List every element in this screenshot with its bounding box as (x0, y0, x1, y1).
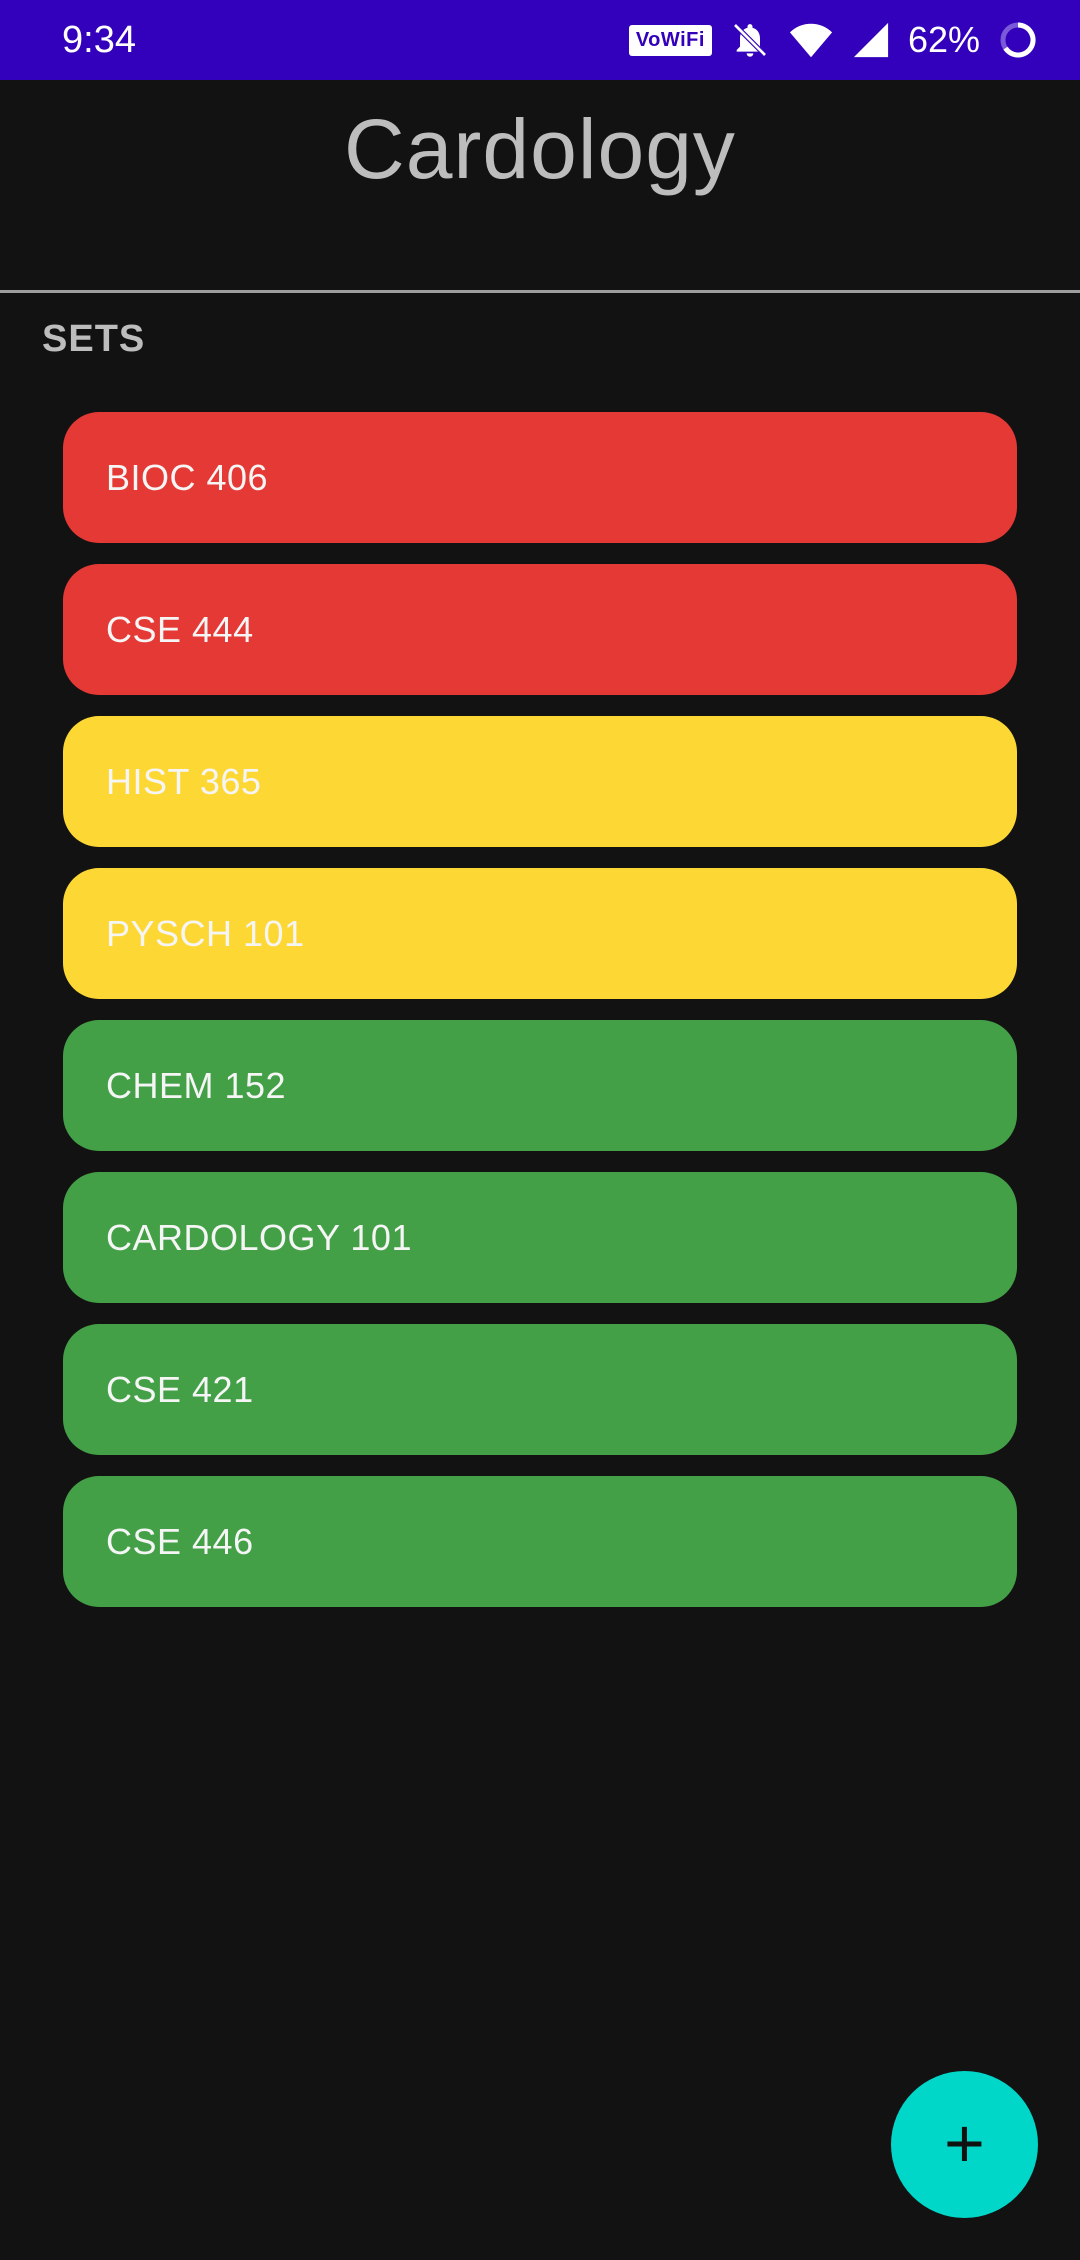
set-item-chem-152[interactable]: CHEM 152 (63, 1020, 1017, 1151)
set-item-bioc-406[interactable]: BIOC 406 (63, 412, 1017, 543)
battery-percent: 62% (907, 19, 980, 60)
set-item-label: CSE 421 (106, 1368, 254, 1410)
status-bar: 9:34 VoWiFi 62% (0, 0, 1080, 80)
set-item-cse-421[interactable]: CSE 421 (63, 1324, 1017, 1455)
set-item-label: CARDOLOGY 101 (106, 1216, 412, 1258)
plus-icon: + (944, 2103, 985, 2182)
status-time: 9:34 (62, 18, 136, 61)
status-icons: VoWiFi 62% (628, 19, 1038, 61)
set-item-label: BIOC 406 (106, 456, 269, 498)
add-set-button[interactable]: + (891, 2071, 1038, 2218)
page-title: Cardology (344, 102, 736, 197)
wifi-icon (788, 20, 834, 60)
sets-section-label: SETS (42, 318, 146, 360)
set-item-label: PYSCH 101 (106, 912, 305, 954)
vowifi-icon: VoWiFi (628, 24, 712, 56)
set-item-label: CHEM 152 (106, 1064, 287, 1106)
set-item-label: CSE 444 (106, 608, 254, 650)
header-divider (0, 290, 1080, 293)
sets-list: BIOC 406 CSE 444 HIST 365 PYSCH 101 CHEM… (63, 412, 1017, 1628)
set-item-cardology-101[interactable]: CARDOLOGY 101 (63, 1172, 1017, 1303)
battery-ring-icon (998, 20, 1038, 60)
set-item-label: CSE 446 (106, 1520, 254, 1562)
cell-signal-icon (852, 21, 890, 59)
set-item-hist-365[interactable]: HIST 365 (63, 716, 1017, 847)
bell-off-icon (730, 20, 770, 60)
set-item-pysch-101[interactable]: PYSCH 101 (63, 868, 1017, 999)
set-item-label: HIST 365 (106, 760, 262, 802)
set-item-cse-444[interactable]: CSE 444 (63, 564, 1017, 695)
app-header: Cardology (0, 80, 1080, 290)
set-item-cse-446[interactable]: CSE 446 (63, 1476, 1017, 1607)
